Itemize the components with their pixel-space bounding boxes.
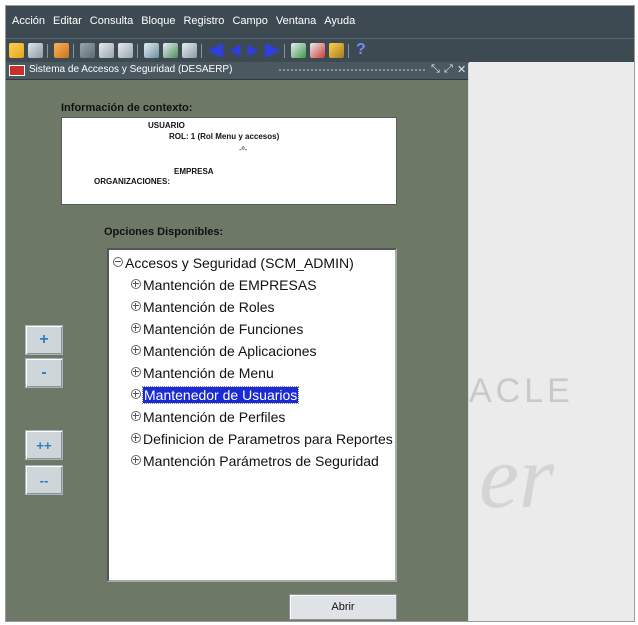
clear-icon[interactable] xyxy=(163,43,178,58)
tree-item[interactable]: Mantención de Roles xyxy=(131,297,275,317)
oracle-forms-icon xyxy=(9,65,25,76)
tree-root-label: Accesos y Seguridad (SCM_ADMIN) xyxy=(125,255,354,271)
paste-icon[interactable] xyxy=(118,43,133,58)
copy-icon[interactable] xyxy=(99,43,114,58)
context-empresa: EMPRESA xyxy=(174,167,214,176)
tree-item-label: Mantención de Funciones xyxy=(143,321,304,337)
tree-item-label: Mantención de Perfiles xyxy=(143,409,286,425)
exit-icon[interactable] xyxy=(54,43,69,58)
toolbar-separator xyxy=(201,44,202,58)
tree-item[interactable]: Definicion de Parametros para Reportes xyxy=(131,429,393,449)
window-title-bar[interactable]: Sistema de Accesos y Seguridad (DESAERP)… xyxy=(6,62,468,80)
expand-icon[interactable] xyxy=(131,411,141,421)
next-record-icon[interactable] xyxy=(247,44,258,57)
cut-icon[interactable] xyxy=(80,43,95,58)
maximize-icon[interactable]: ⤢ xyxy=(444,63,453,76)
expand-icon[interactable] xyxy=(131,345,141,355)
expand-icon[interactable] xyxy=(131,301,141,311)
menu-campo[interactable]: Campo xyxy=(228,15,271,27)
window-title: Sistema de Accesos y Seguridad (DESAERP) xyxy=(29,64,233,75)
expand-icon[interactable] xyxy=(131,455,141,465)
tree-item-label: Mantención de Menu xyxy=(143,365,274,381)
tree-item-label: Mantención de Roles xyxy=(143,299,275,315)
toolbar-separator xyxy=(47,44,48,58)
toolbar: ? xyxy=(6,38,634,63)
toolbar-separator xyxy=(284,44,285,58)
context-label: Información de contexto: xyxy=(61,102,193,114)
menu-accion[interactable]: Acción xyxy=(8,15,49,27)
context-rol: ROL: 1 (Rol Menu y accesos) xyxy=(169,132,280,141)
toolbar-separator xyxy=(73,44,74,58)
context-box: USUARIO ROL: 1 (Rol Menu y accesos) -º- … xyxy=(61,117,397,205)
new-record-icon[interactable] xyxy=(144,43,159,58)
lock-icon[interactable] xyxy=(329,43,344,58)
menu-ayuda[interactable]: Ayuda xyxy=(320,15,359,27)
toolbar-separator xyxy=(137,44,138,58)
menu-editar[interactable]: Editar xyxy=(49,15,86,27)
options-label: Opciones Disponibles: xyxy=(104,226,224,238)
expand-icon[interactable] xyxy=(131,367,141,377)
duplicate-icon[interactable] xyxy=(182,43,197,58)
tree-item[interactable]: Mantención de Funciones xyxy=(131,319,303,339)
expand-icon[interactable] xyxy=(131,323,141,333)
open-icon[interactable] xyxy=(9,43,24,58)
previous-record-icon[interactable] xyxy=(230,44,241,57)
tree-item[interactable]: Mantención Parámetros de Seguridad xyxy=(131,451,379,471)
delete-record-icon[interactable] xyxy=(310,43,325,58)
menu-consulta[interactable]: Consulta xyxy=(86,15,137,27)
menu-bloque[interactable]: Bloque xyxy=(137,15,179,27)
tree-item-label: Mantención de Aplicaciones xyxy=(143,343,317,359)
developer-watermark: er xyxy=(479,428,554,527)
menu-registro[interactable]: Registro xyxy=(179,15,228,27)
context-separator: -º- xyxy=(239,145,248,154)
last-record-icon[interactable] xyxy=(265,43,280,58)
help-icon[interactable]: ? xyxy=(356,41,366,59)
tree-root[interactable]: Accesos y Seguridad (SCM_ADMIN) xyxy=(113,253,354,273)
expand-all-button[interactable]: ++ xyxy=(25,430,63,460)
tree-item-label: Definicion de Parametros para Reportes xyxy=(143,431,393,447)
open-button[interactable]: Abrir xyxy=(289,594,397,620)
tree-item[interactable]: Mantención de EMPRESAS xyxy=(131,275,317,295)
print-icon[interactable] xyxy=(28,43,43,58)
tree-item[interactable]: Mantención de Perfiles xyxy=(131,407,285,427)
minimize-icon[interactable]: ⤡ xyxy=(431,63,440,76)
close-icon[interactable]: ✕ xyxy=(457,63,466,76)
tree-item-label: Mantención Parámetros de Seguridad xyxy=(143,453,379,469)
toolbar-separator xyxy=(348,44,349,58)
collapse-button[interactable]: - xyxy=(25,358,63,388)
insert-record-icon[interactable] xyxy=(291,43,306,58)
context-organizaciones: ORGANIZACIONES: xyxy=(94,177,170,186)
expand-icon[interactable] xyxy=(131,279,141,289)
menu-bar: Acción Editar Consulta Bloque Registro C… xyxy=(6,6,634,38)
menu-ventana[interactable]: Ventana xyxy=(272,15,320,27)
collapse-icon[interactable] xyxy=(113,257,123,267)
tree-item-label: Mantenedor de Usuarios xyxy=(141,386,300,404)
app-window: Acción Editar Consulta Bloque Registro C… xyxy=(5,5,635,622)
tree-item[interactable]: Mantención de Aplicaciones xyxy=(131,341,317,361)
tree-item-selected[interactable]: Mantenedor de Usuarios xyxy=(131,385,300,405)
tree-item-label: Mantención de EMPRESAS xyxy=(143,277,317,293)
collapse-all-button[interactable]: -- xyxy=(25,465,63,495)
workspace-background: ACLE er xyxy=(469,62,634,621)
expand-button[interactable]: + xyxy=(25,325,63,355)
oracle-watermark: ACLE xyxy=(469,372,574,410)
title-drag-area xyxy=(278,68,426,73)
expand-icon[interactable] xyxy=(131,389,141,399)
context-usuario: USUARIO xyxy=(148,121,185,130)
first-record-icon[interactable] xyxy=(208,43,223,58)
tree-item[interactable]: Mantención de Menu xyxy=(131,363,274,383)
expand-icon[interactable] xyxy=(131,433,141,443)
form-canvas: Información de contexto: USUARIO ROL: 1 … xyxy=(6,80,468,621)
options-tree[interactable]: Accesos y Seguridad (SCM_ADMIN) Mantenci… xyxy=(107,248,397,582)
